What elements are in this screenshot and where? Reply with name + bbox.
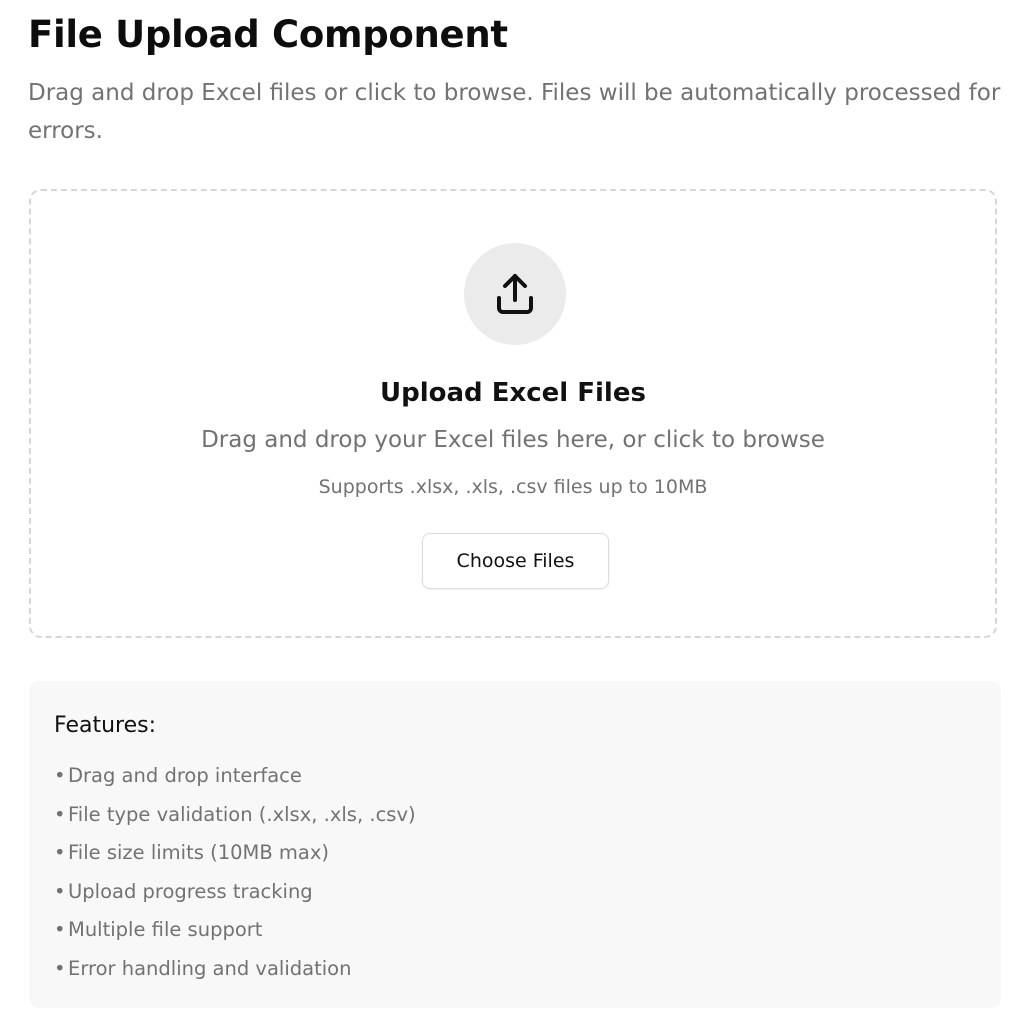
upload-icon: [497, 274, 533, 314]
feature-label: Multiple file support: [68, 918, 263, 941]
feature-item: • Upload progress tracking: [54, 873, 416, 912]
file-dropzone[interactable]: Upload Excel Files Drag and drop your Ex…: [29, 189, 997, 638]
bullet: •: [54, 956, 66, 980]
page-description: Drag and drop Excel files or click to br…: [28, 80, 1001, 144]
feature-label: Upload progress tracking: [68, 879, 313, 903]
upload-title: Upload Excel Files: [380, 378, 646, 408]
feature-label: Drag and drop interface: [68, 764, 302, 787]
page-title: File Upload Component: [28, 13, 508, 56]
feature-item: • File type validation (.xlsx, .xls, .csv…: [54, 796, 416, 835]
upload-file-limits: Supports .xlsx, .xls, .csv files up to 1…: [318, 476, 708, 498]
upload-description: Drag and drop your Excel files here, or …: [201, 427, 825, 453]
features-panel: Features: • Drag and drop interface • File…: [29, 681, 1001, 1008]
upload-icon-circle: [464, 243, 566, 345]
feature-item: • File size limits (10MB max): [54, 834, 416, 873]
page: File Upload Component Drag and drop Exce…: [0, 0, 1032, 1036]
bullet: •: [54, 802, 66, 826]
feature-label: File size limits (10MB max): [68, 841, 330, 864]
feature-label: File type validation (.xlsx, .xls, .csv): [68, 802, 416, 826]
feature-item: • Multiple file support: [54, 911, 416, 950]
features-title: Features:: [54, 713, 157, 738]
bullet: •: [54, 764, 66, 787]
feature-item: • Drag and drop interface: [54, 757, 416, 796]
feature-item: • Error handling and validation: [54, 950, 416, 989]
bullet: •: [54, 879, 66, 903]
features-list: • Drag and drop interface • File type vali…: [54, 757, 416, 988]
bullet: •: [54, 841, 66, 864]
choose-files-button[interactable]: Choose Files: [422, 533, 609, 589]
feature-label: Error handling and validation: [68, 956, 352, 980]
bullet: •: [54, 918, 66, 941]
